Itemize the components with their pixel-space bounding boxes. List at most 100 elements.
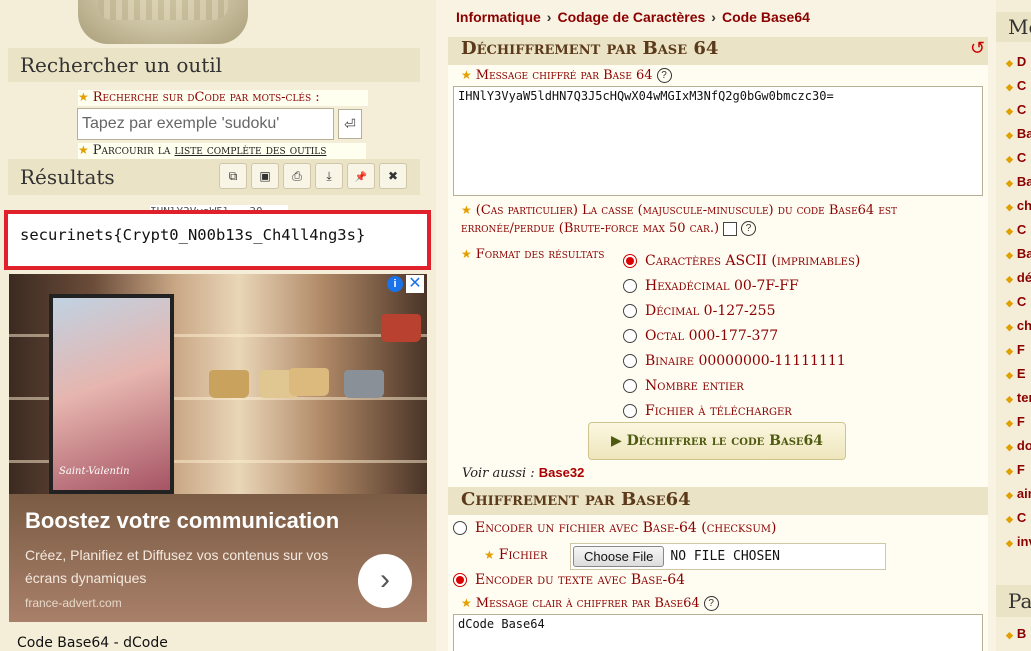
breadcrumb-codage[interactable]: Codage de Caractères — [557, 9, 705, 25]
decrypt-title: Déchiffrement par Base 64 — [461, 38, 719, 59]
decrypt-button[interactable]: ▶ Déchiffrer le code Base64 — [588, 422, 846, 460]
radio[interactable] — [623, 403, 637, 418]
result-format-label: ★ Format des résultats — [461, 247, 604, 262]
close-results-button[interactable]: ✖ — [379, 163, 407, 189]
ad-close-icon[interactable]: ✕ — [406, 275, 424, 293]
format-option-binary[interactable]: Binaire 00000000-11111111 — [623, 348, 860, 373]
radio-selected[interactable] — [623, 253, 637, 268]
ad-screen-caption: Saint-Valentin — [59, 466, 130, 477]
advertisement[interactable]: Saint-Valentin i ✕ Boostez votre communi… — [9, 274, 427, 622]
right-link-text: E — [1016, 366, 1026, 381]
right-sidebar: Me ◆D◆C◆C◆Bas◆C◆Bas◆chif◆C◆Bas◆déc◆C◆chi… — [996, 0, 1031, 651]
copy-button[interactable]: ⧉ — [219, 163, 247, 189]
breadcrumb: Informatique › Codage de Caractères › Code B… — [456, 9, 810, 25]
right-link[interactable]: ◆ B — [1006, 626, 1026, 641]
breadcrumb-base64[interactable]: Code Base64 — [722, 9, 810, 25]
screenshot-button[interactable]: ▣ — [251, 163, 279, 189]
right-link[interactable]: ◆ C — [1006, 146, 1031, 170]
radio[interactable] — [623, 328, 637, 343]
format-option-ascii[interactable]: Caractères ASCII (imprimables) — [623, 248, 860, 273]
browse-tools-line: ★ Parcourir la liste complète des outils — [78, 143, 366, 159]
radio[interactable] — [623, 353, 637, 368]
format-option-file[interactable]: Fichier à télécharger — [623, 398, 860, 423]
help-icon[interactable]: ? — [656, 68, 672, 83]
right-link[interactable]: ◆ C — [1006, 98, 1031, 122]
right-link[interactable]: ◆ F — [1006, 410, 1031, 434]
right-link[interactable]: ◆inve — [1006, 530, 1031, 554]
right-link[interactable]: ◆ains — [1006, 482, 1031, 506]
right-link[interactable]: ◆chif — [1006, 314, 1031, 338]
dcode-logo[interactable] — [78, 0, 248, 44]
right-link[interactable]: ◆ D — [1006, 50, 1031, 74]
format-option-octal[interactable]: Octal 000-177-377 — [623, 323, 860, 348]
print-icon: ⎙ — [292, 169, 302, 183]
right-link-text: F — [1016, 462, 1025, 477]
screenshot-icon: ▣ — [259, 169, 271, 183]
file-label-text: Fichier — [498, 547, 548, 563]
search-submit-button[interactable]: ⏎ — [338, 109, 362, 139]
bullet-icon: ◆ — [1006, 202, 1013, 212]
ad-info-icon[interactable]: i — [387, 276, 403, 292]
encode-file-option[interactable]: Encoder un fichier avec Base-64 (checksu… — [453, 520, 776, 536]
right-link[interactable]: ◆Bas — [1006, 170, 1031, 194]
format-option-label: Décimal 0-127-255 — [645, 302, 776, 319]
radio[interactable] — [453, 521, 467, 535]
cipher-message-input[interactable]: IHNlY3VyaW5ldHN7Q3J5cHQwX04wMGIxM3NfQ2g0… — [453, 86, 983, 196]
format-option-label: Caractères ASCII (imprimables) — [645, 252, 861, 269]
bullet-icon: ◆ — [1006, 178, 1013, 188]
right-link[interactable]: ◆chif — [1006, 194, 1031, 218]
radio[interactable] — [623, 378, 637, 393]
bullet-icon: ◆ — [1006, 298, 1013, 308]
plain-message-input[interactable]: dCode Base64 — [453, 614, 983, 651]
right-link[interactable]: ◆don — [1006, 434, 1031, 458]
choose-file-button[interactable]: Choose File — [573, 546, 665, 567]
right-link-text: déc — [1016, 270, 1031, 285]
right-link[interactable]: ◆Bas — [1006, 122, 1031, 146]
file-input[interactable]: Choose File NO FILE CHOSEN — [570, 543, 886, 570]
full-tool-list-link[interactable]: liste complète des outils — [175, 143, 327, 158]
right-link[interactable]: ◆déc — [1006, 266, 1031, 290]
right-link[interactable]: ◆ F — [1006, 338, 1031, 362]
left-sidebar: Rechercher un outil ★ Recherche sur dCode… — [0, 0, 436, 651]
decoded-result[interactable]: securinets{Crypt0_N00b13s_Ch4ll4ng3s} — [20, 224, 428, 246]
format-option-hex[interactable]: Hexadécimal 00-7F-FF — [623, 273, 860, 298]
refresh-icon[interactable]: ↺ — [970, 38, 985, 59]
encode-text-option[interactable]: Encoder du texte avec Base-64 — [453, 572, 685, 588]
radio-selected[interactable] — [453, 573, 467, 587]
right-link[interactable]: ◆ C — [1006, 290, 1031, 314]
search-tool-title: Rechercher un outil — [8, 48, 420, 82]
right-link[interactable]: ◆ E — [1006, 362, 1031, 386]
file-label: ★ Fichier — [484, 547, 548, 563]
page-name: Code Base64 - dCode — [17, 635, 168, 651]
format-option-decimal[interactable]: Décimal 0-127-255 — [623, 298, 860, 323]
bullet-icon: ◆ — [1006, 346, 1013, 356]
pin-button[interactable]: 📌 — [347, 163, 375, 189]
right-link[interactable]: ◆Bas — [1006, 242, 1031, 266]
right-link[interactable]: ◆tern — [1006, 386, 1031, 410]
format-option-integer[interactable]: Nombre entier — [623, 373, 860, 398]
right-link[interactable]: ◆ C — [1006, 218, 1031, 242]
format-option-label: Nombre entier — [645, 377, 744, 394]
help-icon[interactable]: ? — [741, 221, 757, 236]
result-format-label-text: Format des résultats — [475, 247, 605, 262]
download-button[interactable]: ⤓ — [315, 163, 343, 189]
plain-message-label: ★ Message clair à chiffrer par Base64? — [461, 596, 719, 611]
breadcrumb-informatique[interactable]: Informatique — [456, 9, 541, 25]
radio[interactable] — [623, 278, 637, 293]
right-link-text: C — [1016, 150, 1027, 165]
help-icon[interactable]: ? — [703, 596, 719, 611]
right-link[interactable]: ◆ C — [1006, 74, 1031, 98]
right-link[interactable]: ◆ F — [1006, 458, 1031, 482]
bullet-icon: ◆ — [1006, 322, 1013, 332]
search-input[interactable] — [77, 108, 334, 140]
star-icon: ★ — [484, 548, 495, 562]
copy-icon: ⧉ — [228, 169, 238, 183]
see-also-base32-link[interactable]: Base32 — [539, 465, 585, 480]
case-bruteforce-checkbox[interactable] — [723, 221, 738, 236]
ad-body: Créez, Planifiez et Diffusez vos contenu… — [25, 547, 329, 586]
ad-arrow-button[interactable]: › — [358, 554, 412, 608]
right-link[interactable]: ◆ C — [1006, 506, 1031, 530]
bullet-icon: ◆ — [1006, 466, 1013, 476]
radio[interactable] — [623, 303, 637, 318]
print-button[interactable]: ⎙ — [283, 163, 311, 189]
